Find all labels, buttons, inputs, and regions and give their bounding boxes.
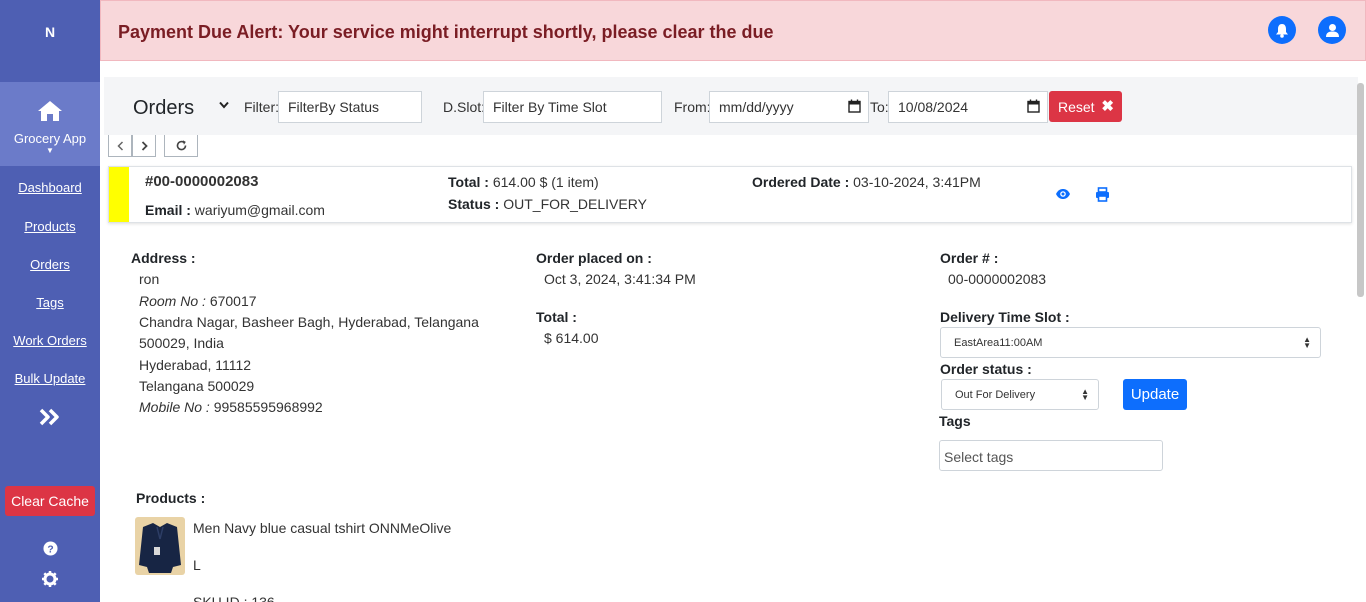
product-name: Men Navy blue casual tshirt ONNMeOlive	[193, 520, 452, 536]
refresh-button[interactable]	[164, 135, 198, 157]
time-slot-filter-input[interactable]: Filter By Time Slot	[483, 91, 662, 123]
order-card[interactable]: #00-0000002083 Email : wariyum@gmail.com…	[108, 166, 1352, 223]
next-page-button[interactable]	[132, 135, 156, 157]
to-date-value: 10/08/2024	[898, 99, 969, 115]
address-name: ron	[139, 271, 160, 287]
delivery-slot-label: Delivery Time Slot :	[940, 309, 1070, 325]
chevron-right-icon	[141, 140, 148, 151]
reset-label: Reset	[1058, 98, 1095, 115]
nav-bulk-update[interactable]: Bulk Update	[0, 371, 100, 386]
email-label: Email :	[145, 202, 191, 218]
address-line-1: Chandra Nagar, Basheer Bagh, Hyderabad, …	[139, 314, 479, 330]
bell-icon[interactable]	[1268, 16, 1296, 44]
nav-tags[interactable]: Tags	[0, 295, 100, 310]
room-label: Room No :	[139, 293, 206, 309]
order-status: OUT_FOR_DELIVERY	[503, 196, 647, 212]
calendar-icon[interactable]	[848, 99, 861, 116]
view-select[interactable]: Orders	[133, 97, 194, 120]
dslot-label: D.Slot:	[443, 99, 486, 115]
to-date-input[interactable]: 10/08/2024	[888, 91, 1048, 123]
reset-button[interactable]: Reset ✖	[1049, 91, 1122, 122]
clear-cache-button[interactable]: Clear Cache	[5, 486, 95, 516]
view-order-icon[interactable]	[1055, 187, 1071, 205]
chevron-left-icon	[116, 140, 123, 151]
mobile-label: Mobile No :	[139, 399, 210, 415]
nav-dashboard[interactable]: Dashboard	[0, 180, 100, 195]
mobile-number: 99585595968992	[213, 399, 323, 415]
caret-down-icon: ▼	[46, 146, 54, 155]
calendar-icon[interactable]	[1027, 99, 1040, 116]
from-date-input[interactable]: mm/dd/yyyy	[709, 91, 869, 123]
order-placed-date: Oct 3, 2024, 3:41:34 PM	[544, 271, 696, 287]
order-status-select[interactable]: Out For Delivery ▲ ▼	[941, 379, 1099, 410]
order-total: 614.00 $ (1 item)	[492, 174, 599, 190]
nav-work-orders[interactable]: Work Orders	[0, 333, 100, 348]
svg-text:?: ?	[47, 544, 53, 555]
detail-total-value: $ 614.00	[544, 330, 599, 346]
app-switcher[interactable]: Grocery App ▼	[0, 82, 100, 166]
product-thumbnail[interactable]	[135, 517, 185, 575]
product-sku: SKU ID : 136	[193, 594, 275, 602]
tags-label: Tags	[939, 413, 971, 429]
nav-products[interactable]: Products	[0, 219, 100, 234]
order-status-label: Order status :	[940, 361, 1032, 377]
detail-total-label: Total :	[536, 309, 577, 325]
order-status-value: Out For Delivery	[955, 388, 1036, 401]
order-no-value: 00-0000002083	[948, 271, 1047, 287]
home-icon	[37, 100, 63, 127]
from-label: From:	[674, 99, 711, 115]
address-label: Address :	[131, 250, 196, 266]
update-button[interactable]: Update	[1123, 379, 1187, 410]
refresh-icon	[176, 140, 186, 151]
app-name: Grocery App	[13, 131, 87, 146]
payment-alert: Payment Due Alert: Your service might in…	[100, 0, 1366, 61]
sort-icon: ▲ ▼	[1081, 386, 1089, 402]
customer-email: wariyum@gmail.com	[194, 202, 325, 218]
nav-orders[interactable]: Orders	[0, 257, 100, 272]
status-color-stripe	[109, 167, 129, 222]
expand-sidebar-icon[interactable]	[0, 408, 100, 431]
delivery-slot-value: EastArea11:00AM	[954, 336, 1043, 349]
pager	[108, 135, 198, 157]
total-label: Total :	[448, 174, 489, 190]
status-filter-input[interactable]: FilterBy Status	[278, 91, 422, 123]
delivery-slot-select[interactable]: EastArea11:00AM ▲ ▼	[940, 327, 1321, 358]
sort-icon: ▲ ▼	[1303, 334, 1311, 350]
filter-toolbar: Orders Filter: FilterBy Status D.Slot: F…	[104, 77, 1358, 135]
address-line-3: Hyderabad, 11112	[139, 357, 252, 373]
from-date-value: mm/dd/yyyy	[719, 99, 794, 115]
products-label: Products :	[136, 490, 206, 506]
gear-icon[interactable]	[0, 571, 100, 592]
address-line-2: 500029, India	[139, 335, 224, 351]
address-line-4: Telangana 500029	[139, 378, 255, 394]
order-number: #00-0000002083	[145, 173, 259, 190]
print-icon[interactable]	[1095, 187, 1110, 207]
order-placed-label: Order placed on :	[536, 250, 652, 266]
brand-logo[interactable]: N	[0, 24, 100, 40]
user-icon[interactable]	[1318, 16, 1346, 44]
ordered-date-label: Ordered Date :	[752, 174, 850, 190]
help-icon[interactable]: ?	[0, 541, 100, 561]
tags-input[interactable]: Select tags	[939, 440, 1163, 471]
product-size: L	[193, 557, 201, 573]
to-label: To:	[870, 99, 889, 115]
alert-message: Payment Due Alert: Your service might in…	[118, 22, 774, 42]
status-label: Status :	[448, 196, 500, 212]
close-icon: ✖	[1101, 98, 1114, 115]
chevron-down-icon[interactable]	[219, 98, 229, 112]
filter-label: Filter:	[244, 99, 279, 115]
order-no-label: Order # :	[940, 250, 999, 266]
room-number: 670017	[209, 293, 257, 309]
ordered-date: 03-10-2024, 3:41PM	[853, 174, 981, 190]
previous-page-button[interactable]	[108, 135, 132, 157]
scrollbar[interactable]	[1357, 83, 1364, 297]
